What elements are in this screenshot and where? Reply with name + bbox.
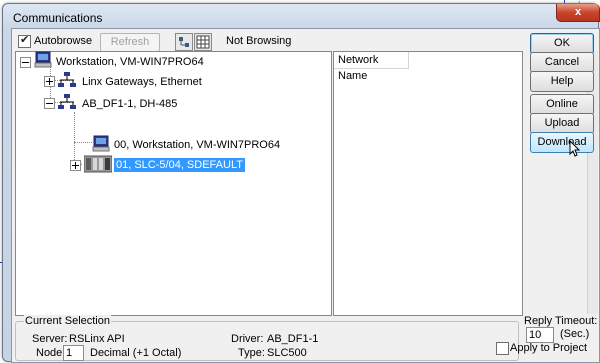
network-name-column-header[interactable]: Network Name (334, 52, 409, 82)
tree-node-label[interactable]: AB_DF1-1, DH-485 (82, 97, 177, 111)
tree-connector (74, 142, 92, 143)
upload-button[interactable]: Upload (530, 113, 594, 134)
download-button[interactable]: Download (530, 132, 594, 153)
plc-icon (84, 155, 112, 173)
type-label: Type: (238, 347, 265, 359)
reply-timeout-input[interactable]: 10 (526, 327, 554, 343)
server-label: Server: (32, 333, 68, 345)
apply-to-project-checkbox[interactable] (496, 342, 509, 355)
browse-status: Not Browsing (226, 35, 292, 47)
server-value: RSLinx API (69, 333, 125, 345)
type-value: SLC500 (267, 347, 307, 359)
check-icon: ✔ (20, 34, 30, 46)
current-selection-title: Current Selection (24, 315, 111, 327)
autobrowse-label: Autobrowse (34, 35, 93, 47)
network-name-panel[interactable]: Network Name (333, 51, 523, 316)
expand-toggle[interactable] (70, 160, 81, 171)
node-label: Node: (36, 347, 66, 359)
cancel-button[interactable]: Cancel (530, 52, 594, 73)
reply-timeout-unit: (Sec.) (560, 328, 590, 340)
close-button[interactable]: x (556, 4, 600, 22)
expand-toggle[interactable] (44, 76, 55, 87)
refresh-button[interactable]: Refresh (100, 33, 160, 52)
online-button[interactable]: Online (530, 94, 594, 115)
mouse-cursor-icon (569, 140, 581, 157)
workstation-icon (34, 51, 52, 68)
driver-value: AB_DF1-1 (267, 333, 319, 345)
tree-node-label[interactable]: 00, Workstation, VM-WIN7PRO64 (114, 138, 280, 152)
tree-node-label[interactable]: Workstation, VM-WIN7PRO64 (56, 55, 204, 69)
ok-button[interactable]: OK (530, 33, 594, 54)
grid-view-icon[interactable] (194, 33, 212, 51)
collapse-toggle[interactable] (20, 57, 31, 68)
dialog-title: Communications (13, 11, 103, 25)
network-icon (58, 72, 76, 87)
tree-node-label[interactable]: Linx Gateways, Ethernet (82, 75, 202, 89)
driver-label: Driver: (231, 333, 264, 345)
tree-connector (74, 112, 75, 164)
autobrowse-checkbox[interactable]: ✔ (18, 34, 31, 48)
network-icon (58, 94, 76, 109)
collapse-toggle[interactable] (44, 98, 55, 109)
device-tree[interactable]: Workstation, VM-WIN7PRO64 Linx Gateways,… (15, 51, 332, 316)
help-button[interactable]: Help (530, 71, 594, 92)
node-input[interactable]: 1 (63, 345, 84, 361)
communications-dialog: Communications x ✔ Autobrowse Refresh No… (2, 3, 600, 363)
apply-to-project-label: Apply to Project (510, 342, 588, 354)
tree-node-label-selected[interactable]: 01, SLC-5/04, SDEFAULT (114, 158, 245, 172)
workstation-icon (92, 135, 110, 152)
reply-timeout-label: Reply Timeout: (524, 315, 598, 327)
dialog-client: ✔ Autobrowse Refresh Not Browsing Workst… (11, 28, 600, 363)
node-suffix: Decimal (+1 Octal) (90, 347, 182, 359)
tree-view-icon[interactable] (175, 33, 193, 51)
